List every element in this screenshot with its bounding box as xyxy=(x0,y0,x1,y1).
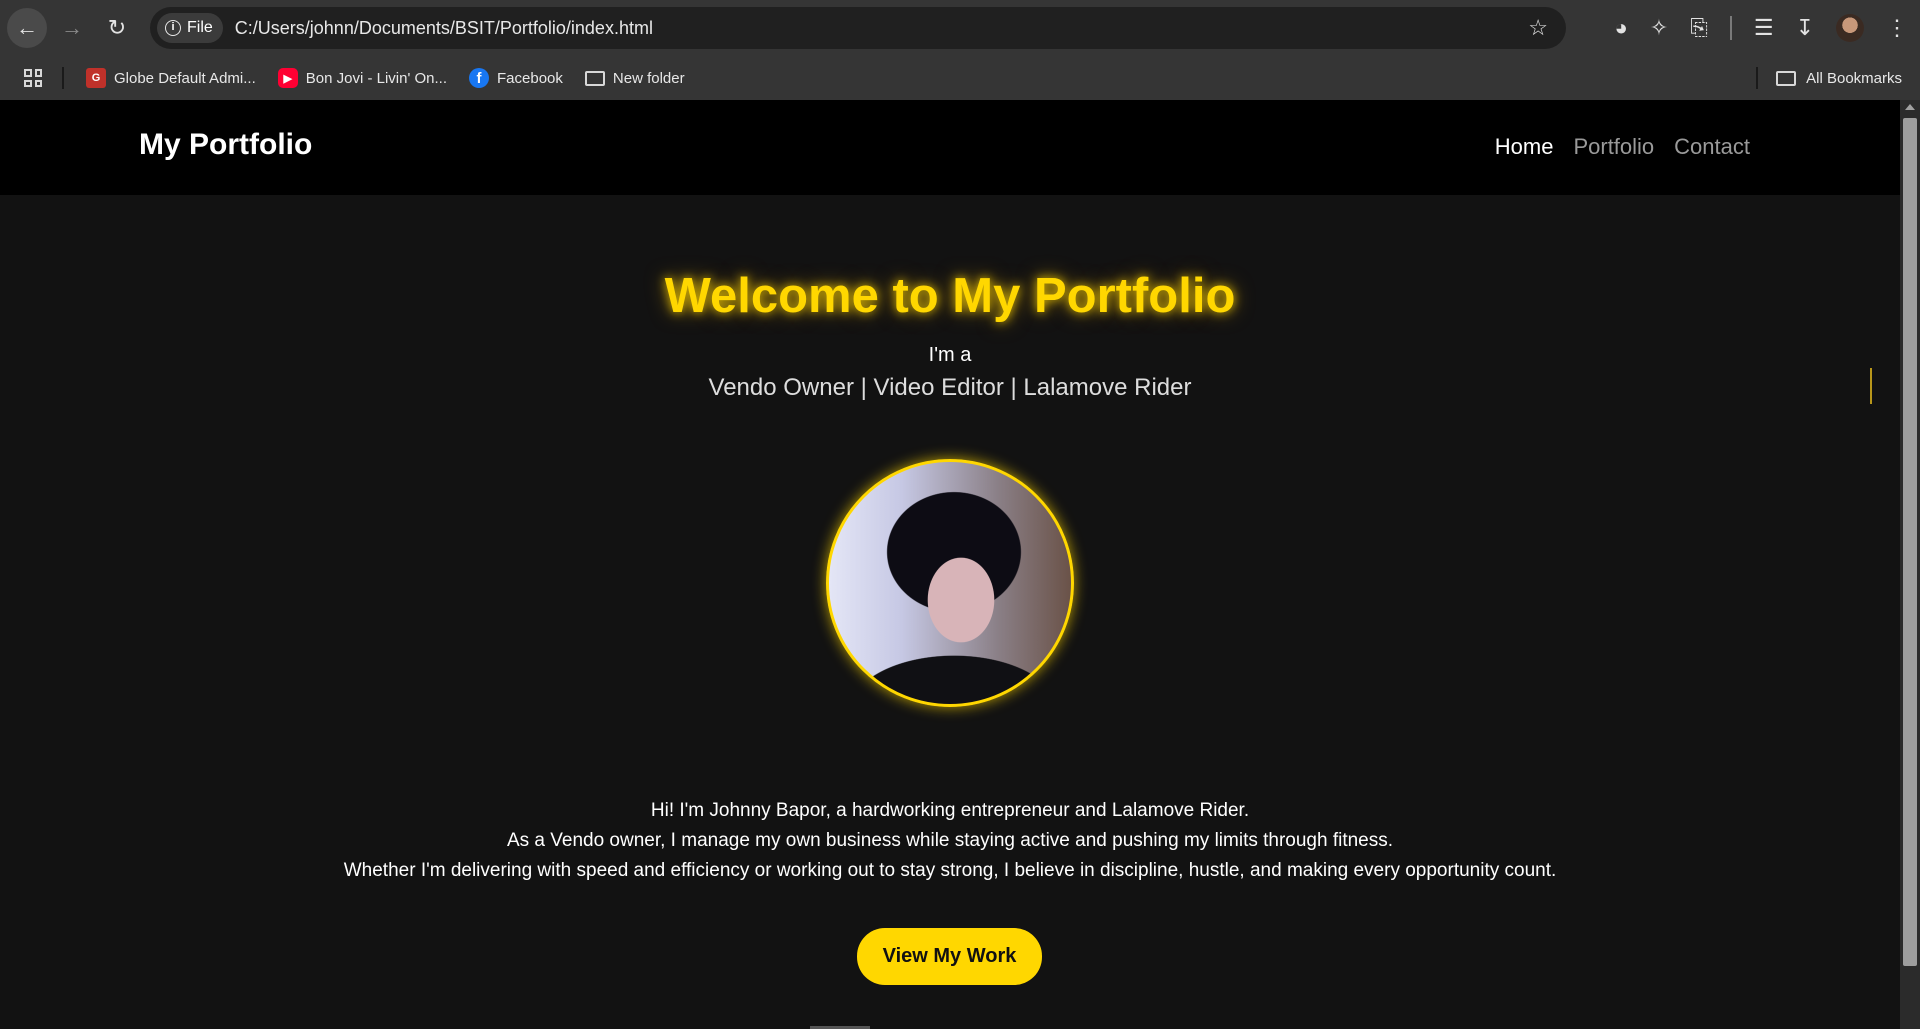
bookmark-new-folder[interactable]: New folder xyxy=(584,69,685,87)
profile-avatar[interactable] xyxy=(1836,14,1864,42)
bookmark-bon-jovi[interactable]: ▶ Bon Jovi - Livin' On... xyxy=(277,68,448,88)
bookmarks-divider xyxy=(1756,67,1758,89)
info-icon: i xyxy=(165,20,181,36)
hero-roles: Vendo Owner | Video Editor | Lalamove Ri… xyxy=(708,374,1192,401)
reload-button[interactable]: ↻ xyxy=(97,8,137,48)
folder-icon xyxy=(1776,70,1797,86)
web-page: My Portfolio Home Portfolio Contact Welc… xyxy=(0,100,1900,1029)
all-bookmarks-label: All Bookmarks xyxy=(1806,69,1902,87)
site-info-label: File xyxy=(187,19,213,36)
bio-line: Hi! I'm Johnny Bapor, a hardworking entr… xyxy=(650,800,1250,821)
nav-contact[interactable]: Contact xyxy=(1674,134,1750,160)
site-logo[interactable]: My Portfolio xyxy=(139,128,312,162)
extensions-area: ◕ ✧ ⎘ ☰ ↧ ⋮ xyxy=(1580,0,1920,56)
toolbar-divider xyxy=(1729,16,1732,40)
scrollbar-thumb[interactable] xyxy=(1903,118,1917,966)
profile-photo xyxy=(826,459,1074,707)
site-info-chip[interactable]: i File xyxy=(157,13,223,43)
browser-chrome: ← → ↻ i File C:/Users/johnn/Documents/BS… xyxy=(0,0,1920,100)
bookmark-label: New folder xyxy=(612,69,685,87)
download-icon[interactable]: ↧ xyxy=(1796,15,1814,41)
bookmark-label: Globe Default Admi... xyxy=(114,69,256,87)
all-bookmarks-button[interactable]: All Bookmarks xyxy=(1776,56,1902,100)
globe-favicon-icon: G xyxy=(86,68,106,88)
reload-icon: ↻ xyxy=(107,15,127,40)
hero-bio: Hi! I'm Johnny Bapor, a hardworking entr… xyxy=(0,796,1900,886)
folder-icon xyxy=(584,70,605,86)
page-scrollbar[interactable] xyxy=(1900,100,1920,1029)
typing-cursor xyxy=(1870,368,1872,404)
bookmarks-divider xyxy=(62,67,64,89)
hero-intro: I'm a xyxy=(928,344,972,366)
scroll-up-arrow-icon[interactable] xyxy=(1905,104,1915,110)
forward-button[interactable]: → xyxy=(52,8,92,48)
bookmark-globe[interactable]: G Globe Default Admi... xyxy=(86,68,256,88)
bookmark-star-icon[interactable]: ☆ xyxy=(1528,15,1548,41)
address-bar[interactable]: i File C:/Users/johnn/Documents/BSIT/Por… xyxy=(150,7,1566,49)
bookmark-facebook[interactable]: f Facebook xyxy=(469,68,563,88)
site-header: My Portfolio Home Portfolio Contact xyxy=(0,100,1900,195)
bio-line: Whether I'm delivering with speed and ef… xyxy=(343,860,1557,881)
arrow-left-icon: ← xyxy=(16,15,38,40)
hero-title: Welcome to My Portfolio xyxy=(664,269,1236,323)
back-button[interactable]: ← xyxy=(7,8,47,48)
nav-home[interactable]: Home xyxy=(1495,134,1554,160)
youtube-favicon-icon: ▶ xyxy=(277,68,298,88)
bookmark-label: Facebook xyxy=(497,69,563,87)
nav-portfolio[interactable]: Portfolio xyxy=(1573,134,1654,160)
media-queue-icon[interactable]: ☰ xyxy=(1754,15,1774,41)
extension-wand-icon[interactable]: ✧ xyxy=(1650,15,1668,41)
facebook-favicon-icon: f xyxy=(469,68,490,88)
menu-kebab-icon[interactable]: ⋮ xyxy=(1886,15,1908,41)
site-nav: Home Portfolio Contact xyxy=(1495,134,1750,160)
apps-grid-icon[interactable] xyxy=(24,69,42,87)
url-text[interactable]: C:/Users/johnn/Documents/BSIT/Portfolio/… xyxy=(235,18,1528,39)
bookmark-label: Bon Jovi - Livin' On... xyxy=(305,69,448,87)
performance-icon[interactable]: ◕ xyxy=(1614,15,1627,41)
puzzle-icon[interactable]: ⎘ xyxy=(1690,15,1708,41)
arrow-right-icon: → xyxy=(61,15,83,40)
view-my-work-button[interactable]: View My Work xyxy=(857,928,1042,985)
bio-line: As a Vendo owner, I manage my own busine… xyxy=(506,830,1394,851)
bookmarks-bar: G Globe Default Admi... ▶ Bon Jovi - Liv… xyxy=(0,56,1920,100)
browser-toolbar: ← → ↻ i File C:/Users/johnn/Documents/BS… xyxy=(0,0,1920,56)
